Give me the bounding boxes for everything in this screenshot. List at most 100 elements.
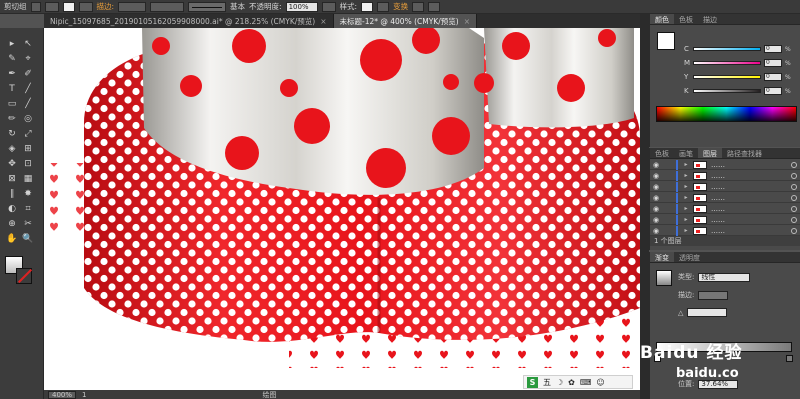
tool-6-icon[interactable]: T	[6, 83, 18, 95]
tab-color[interactable]: 颜色	[650, 14, 674, 24]
panel-menu-icon[interactable]	[428, 1, 441, 12]
tool-0-icon[interactable]: ▸	[6, 38, 18, 50]
tool-2-icon[interactable]: ✎	[6, 53, 18, 65]
page-number[interactable]: 1	[82, 391, 86, 399]
slider-value[interactable]: 0	[764, 73, 782, 81]
artboard-canvas[interactable]	[44, 28, 640, 390]
moon-icon[interactable]: ☽	[556, 378, 563, 387]
expand-arrow-icon[interactable]: ▸	[682, 172, 690, 179]
slider-track[interactable]	[693, 75, 761, 79]
target-icon[interactable]	[791, 172, 797, 179]
slider-k[interactable]: K 0%	[684, 86, 796, 96]
zoom-field[interactable]: 400%	[48, 390, 77, 399]
color-spectrum[interactable]	[656, 106, 797, 122]
stroke-color-box[interactable]	[16, 268, 32, 284]
expand-arrow-icon[interactable]: ▸	[682, 227, 690, 234]
tool-15-icon[interactable]: ⊞	[22, 143, 34, 155]
target-icon[interactable]	[791, 161, 797, 168]
tool-23-icon[interactable]: ⌗	[22, 203, 34, 215]
slider-m[interactable]: M 0%	[684, 58, 796, 68]
tab-swatches-2[interactable]: 色板	[650, 148, 674, 158]
tab-transparency[interactable]: 透明度	[674, 252, 705, 262]
fill-swatch[interactable]	[62, 1, 75, 12]
expand-arrow-icon[interactable]: ▸	[682, 194, 690, 201]
tool-17-icon[interactable]: ⊡	[22, 158, 34, 170]
keyboard-icon[interactable]: ⌨	[580, 378, 592, 387]
eye-icon[interactable]: ◉	[650, 205, 662, 213]
brush-definition-dropdown[interactable]	[188, 1, 227, 12]
slider-value[interactable]: 0	[764, 87, 782, 95]
layer-row[interactable]: ◉ ▸ ……	[650, 192, 800, 203]
opacity-arrow[interactable]	[321, 1, 336, 12]
tab-nipic-document[interactable]: Nipic_15097685_20190105162059908000.ai* …	[44, 14, 334, 28]
tab-gradient[interactable]: 渐变	[650, 252, 674, 262]
tool-20-icon[interactable]: ∥	[6, 188, 18, 200]
layer-row[interactable]: ◉ ▸ ……	[650, 159, 800, 170]
target-icon[interactable]	[791, 227, 797, 234]
angle-field[interactable]	[687, 308, 728, 317]
variable-width-dropdown[interactable]	[150, 1, 185, 12]
eye-icon[interactable]: ◉	[650, 161, 662, 169]
tab-brushes[interactable]: 画笔	[674, 148, 698, 158]
tool-9-icon[interactable]: ╱	[22, 98, 34, 110]
gradient-preview-swatch[interactable]	[656, 270, 672, 286]
slider-y[interactable]: Y 0%	[684, 72, 796, 82]
eye-icon[interactable]: ◉	[650, 183, 662, 191]
gradient-type-select[interactable]: 线性	[698, 272, 751, 282]
slider-c[interactable]: C 0%	[684, 44, 796, 54]
tool-4-icon[interactable]: ✒	[6, 68, 18, 80]
tool-12-icon[interactable]: ↻	[6, 128, 18, 140]
tool-1-icon[interactable]: ↖	[22, 38, 34, 50]
tab-layers[interactable]: 图层	[698, 148, 722, 158]
arrange-icon[interactable]	[412, 1, 425, 12]
align-icon[interactable]	[30, 1, 41, 12]
slider-value[interactable]: 0	[764, 59, 782, 67]
tool-5-icon[interactable]: ✐	[22, 68, 34, 80]
expand-arrow-icon[interactable]: ▸	[682, 205, 690, 212]
target-icon[interactable]	[791, 194, 797, 201]
tool-13-icon[interactable]: ⤢	[22, 128, 34, 140]
tool-25-icon[interactable]: ✂	[22, 218, 34, 230]
eye-icon[interactable]: ◉	[650, 194, 662, 202]
tool-24-icon[interactable]: ⊕	[6, 218, 18, 230]
tool-18-icon[interactable]: ⊠	[6, 173, 18, 185]
stroke-label[interactable]: 描边:	[97, 1, 115, 12]
tool-21-icon[interactable]: ✸	[22, 188, 34, 200]
layer-row[interactable]: ◉ ▸ ……	[650, 225, 800, 236]
close-icon[interactable]: ×	[320, 17, 326, 26]
layer-row[interactable]: ◉ ▸ ……	[650, 214, 800, 225]
tool-3-icon[interactable]: ⌖	[22, 53, 34, 65]
tool-27-icon[interactable]: 🔍	[22, 233, 34, 245]
tab-pathfinder[interactable]: 路径查找器	[722, 148, 767, 158]
ime-mode[interactable]: 五	[543, 377, 551, 388]
expand-arrow-icon[interactable]: ▸	[682, 161, 690, 168]
tool-11-icon[interactable]: ◎	[22, 113, 34, 125]
tool-7-icon[interactable]: ╱	[22, 83, 34, 95]
tab-stroke[interactable]: 描边	[698, 14, 722, 24]
target-icon[interactable]	[791, 205, 797, 212]
target-icon[interactable]	[791, 216, 797, 223]
transform-link[interactable]: 变换	[393, 1, 408, 12]
expand-arrow-icon[interactable]: ▸	[682, 183, 690, 190]
isolate-icon[interactable]	[44, 1, 59, 12]
opacity-field[interactable]: 100%	[285, 1, 318, 12]
expand-arrow-icon[interactable]: ▸	[682, 216, 690, 223]
eye-icon[interactable]: ◉	[650, 216, 662, 224]
tab-swatches[interactable]: 色板	[674, 14, 698, 24]
stroke-gradient-options[interactable]	[698, 290, 729, 300]
eye-icon[interactable]: ◉	[650, 172, 662, 180]
slider-value[interactable]: 0	[764, 45, 782, 53]
slider-track[interactable]	[693, 47, 761, 51]
layer-row[interactable]: ◉ ▸ ……	[650, 170, 800, 181]
slider-track[interactable]	[693, 61, 761, 65]
tool-14-icon[interactable]: ◈	[6, 143, 18, 155]
close-icon[interactable]: ×	[464, 17, 470, 26]
fill-dropdown[interactable]	[78, 1, 93, 12]
slider-track[interactable]	[693, 89, 761, 93]
ime-toolbar[interactable]: S 五 ☽ ✿ ⌨ ☺	[523, 375, 633, 389]
tool-10-icon[interactable]: ✏	[6, 113, 18, 125]
tool-16-icon[interactable]: ✥	[6, 158, 18, 170]
recolor-icon[interactable]	[377, 1, 390, 12]
tool-26-icon[interactable]: ✋	[6, 233, 18, 245]
flower-icon[interactable]: ✿	[568, 378, 575, 387]
